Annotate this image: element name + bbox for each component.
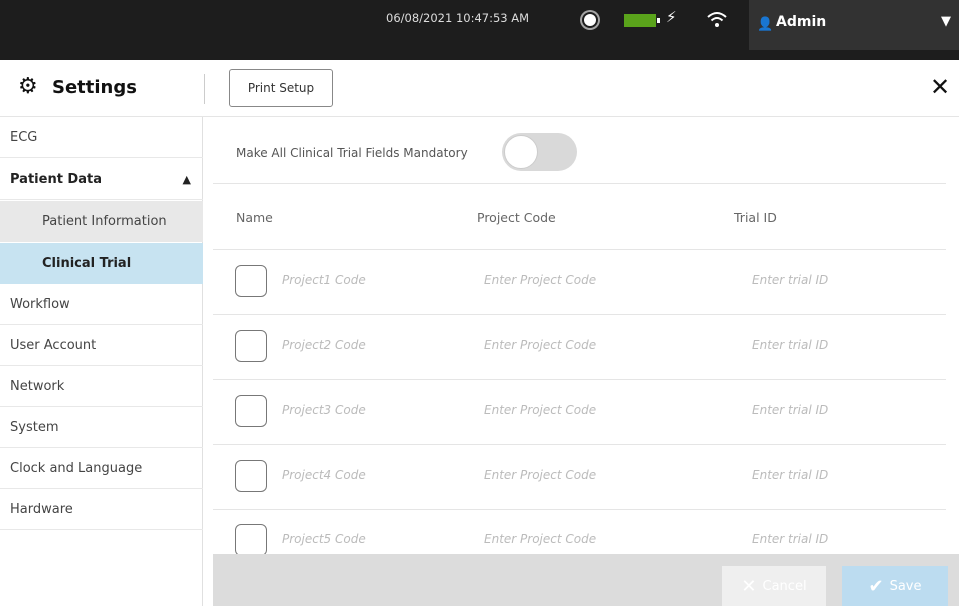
settings-sidebar: ECG Patient Data ▲ Patient Information C… bbox=[0, 117, 203, 606]
sidebar-item-user-account[interactable]: User Account bbox=[0, 325, 203, 366]
close-icon: ✕ bbox=[741, 575, 757, 597]
table-row: Project4 Code Enter Project Code Enter t… bbox=[213, 446, 946, 510]
project-code-input[interactable]: Enter Project Code bbox=[484, 273, 596, 287]
sidebar-item-clock-and-language[interactable]: Clock and Language bbox=[0, 448, 203, 489]
table-row: Project3 Code Enter Project Code Enter t… bbox=[213, 381, 946, 445]
sidebar-item-label: Clinical Trial bbox=[42, 256, 132, 271]
table-row: Project2 Code Enter Project Code Enter t… bbox=[213, 316, 946, 380]
name-field[interactable]: Project2 Code bbox=[282, 338, 366, 352]
table-header: Name Project Code Trial ID bbox=[213, 184, 946, 250]
sidebar-item-clinical-trial[interactable]: Clinical Trial bbox=[0, 243, 203, 284]
column-header-name: Name bbox=[236, 210, 273, 225]
battery-icon bbox=[624, 14, 660, 27]
sidebar-item-label: ECG bbox=[10, 130, 38, 145]
sidebar-item-network[interactable]: Network bbox=[0, 366, 203, 407]
sidebar-item-patient-information[interactable]: Patient Information bbox=[0, 201, 203, 242]
user-menu[interactable]: 👤 Admin ▼ bbox=[749, 0, 959, 50]
trial-id-input[interactable]: Enter trial ID bbox=[752, 338, 828, 352]
toggle-knob bbox=[504, 135, 538, 169]
row-checkbox[interactable] bbox=[235, 265, 267, 297]
header-divider bbox=[204, 74, 205, 104]
sidebar-item-label: Patient Information bbox=[42, 214, 167, 229]
row-checkbox[interactable] bbox=[235, 395, 267, 427]
sidebar-item-workflow[interactable]: Workflow bbox=[0, 284, 203, 325]
row-checkbox[interactable] bbox=[235, 330, 267, 362]
sidebar-item-system[interactable]: System bbox=[0, 407, 203, 448]
user-name: Admin bbox=[776, 14, 827, 30]
brightness-icon[interactable] bbox=[584, 14, 596, 26]
project-code-input[interactable]: Enter Project Code bbox=[484, 532, 596, 546]
row-checkbox[interactable] bbox=[235, 460, 267, 492]
user-icon: 👤 bbox=[757, 17, 774, 32]
chevron-up-icon: ▲ bbox=[182, 173, 191, 186]
checkmark-icon: ✔ bbox=[868, 575, 884, 597]
action-footer: ✕ Cancel ✔ Save bbox=[213, 554, 959, 606]
settings-header: ⚙ Settings Print Setup ✕ bbox=[0, 60, 959, 117]
sidebar-item-label: Workflow bbox=[10, 297, 70, 312]
column-header-project-code: Project Code bbox=[477, 210, 556, 225]
project-code-input[interactable]: Enter Project Code bbox=[484, 468, 596, 482]
name-field[interactable]: Project3 Code bbox=[282, 403, 366, 417]
save-button[interactable]: ✔ Save bbox=[842, 566, 948, 606]
charging-icon: ⚡ bbox=[666, 8, 677, 26]
page-title: Settings bbox=[52, 77, 137, 98]
mandatory-toggle[interactable] bbox=[502, 133, 577, 171]
project-code-input[interactable]: Enter Project Code bbox=[484, 403, 596, 417]
status-bar: 06/08/2021 10:47:53 AM ⚡ 👤 Admin ▼ bbox=[0, 0, 959, 60]
project-code-input[interactable]: Enter Project Code bbox=[484, 338, 596, 352]
save-label: Save bbox=[889, 578, 922, 594]
trial-id-input[interactable]: Enter trial ID bbox=[752, 532, 828, 546]
trial-id-input[interactable]: Enter trial ID bbox=[752, 403, 828, 417]
cancel-button[interactable]: ✕ Cancel bbox=[722, 566, 826, 606]
wifi-icon bbox=[707, 12, 727, 27]
sidebar-item-hardware[interactable]: Hardware bbox=[0, 489, 203, 530]
name-field[interactable]: Project5 Code bbox=[282, 532, 366, 546]
sidebar-item-label: System bbox=[10, 420, 59, 435]
chevron-down-icon[interactable]: ▼ bbox=[941, 14, 951, 29]
close-icon[interactable]: ✕ bbox=[930, 73, 950, 101]
name-field[interactable]: Project1 Code bbox=[282, 273, 366, 287]
name-field[interactable]: Project4 Code bbox=[282, 468, 366, 482]
trial-id-input[interactable]: Enter trial ID bbox=[752, 273, 828, 287]
mandatory-setting: Make All Clinical Trial Fields Mandatory bbox=[213, 117, 946, 184]
print-setup-button[interactable]: Print Setup bbox=[229, 69, 333, 107]
cancel-label: Cancel bbox=[762, 578, 807, 594]
gear-icon: ⚙ bbox=[18, 74, 38, 99]
sidebar-item-patient-data[interactable]: Patient Data ▲ bbox=[0, 159, 203, 200]
column-header-trial-id: Trial ID bbox=[734, 210, 777, 225]
clinical-trial-panel: Make All Clinical Trial Fields Mandatory… bbox=[213, 117, 946, 606]
sidebar-item-label: Clock and Language bbox=[10, 461, 143, 476]
sidebar-item-label: User Account bbox=[10, 338, 97, 353]
row-checkbox[interactable] bbox=[235, 524, 267, 556]
sidebar-item-label: Network bbox=[10, 379, 65, 394]
datetime: 06/08/2021 10:47:53 AM bbox=[386, 11, 530, 25]
table-row: Project1 Code Enter Project Code Enter t… bbox=[213, 251, 946, 315]
trial-id-input[interactable]: Enter trial ID bbox=[752, 468, 828, 482]
mandatory-label: Make All Clinical Trial Fields Mandatory bbox=[236, 146, 468, 160]
sidebar-item-label: Hardware bbox=[10, 502, 73, 517]
sidebar-item-label: Patient Data bbox=[10, 172, 102, 187]
sidebar-item-ecg[interactable]: ECG bbox=[0, 117, 203, 158]
